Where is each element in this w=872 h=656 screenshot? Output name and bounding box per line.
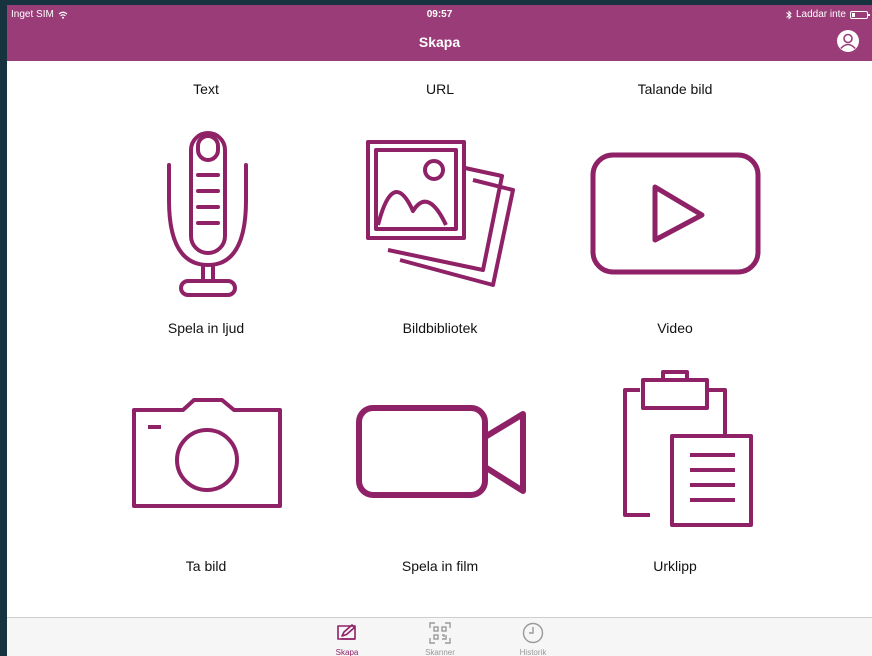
status-battery: Laddar inte (786, 9, 870, 20)
app-screen: Inget SIM 09:57 Laddar inte Skapa Text U… (7, 5, 872, 656)
clock-icon (522, 622, 544, 644)
clipboard-icon (623, 370, 753, 527)
header-bar: Inget SIM 09:57 Laddar inte Skapa (7, 5, 872, 61)
qr-scan-icon (429, 622, 451, 644)
url-option[interactable]: URL (330, 81, 550, 97)
status-time: 09:57 (426, 9, 453, 20)
tab-history[interactable]: Historik (503, 618, 563, 656)
battery-icon (850, 10, 870, 19)
page-title: Skapa (418, 34, 461, 50)
photo-library-label: Bildbibliotek (402, 320, 478, 336)
text-option[interactable]: Text (96, 81, 316, 97)
record-audio-tile[interactable]: Spela in ljud (96, 115, 316, 336)
clipboard-label: Urklipp (653, 558, 697, 574)
video-play-icon (590, 152, 761, 275)
take-photo-tile[interactable]: Ta bild (96, 355, 316, 575)
microphone-icon (167, 131, 248, 297)
video-camera-icon (356, 405, 526, 498)
video-label: Video (657, 320, 693, 336)
photo-library-icon (366, 140, 515, 287)
tab-bar: Skapa Skanner Historik (7, 617, 872, 656)
take-photo-label: Ta bild (185, 558, 227, 574)
photo-library-tile[interactable]: Bildbibliotek (330, 115, 550, 336)
talking-picture-option[interactable]: Talande bild (565, 81, 785, 97)
tab-scanner[interactable]: Skanner (410, 618, 470, 656)
clipboard-tile[interactable]: Urklipp (565, 355, 785, 575)
bluetooth-icon (786, 9, 792, 20)
record-audio-label: Spela in ljud (167, 320, 245, 336)
profile-icon[interactable] (836, 29, 860, 53)
edit-icon (337, 624, 356, 640)
tab-create[interactable]: Skapa (317, 618, 377, 656)
video-tile[interactable]: Video (565, 115, 785, 336)
camera-icon (132, 398, 282, 508)
record-film-tile[interactable]: Spela in film (330, 355, 550, 575)
record-film-label: Spela in film (401, 558, 479, 574)
